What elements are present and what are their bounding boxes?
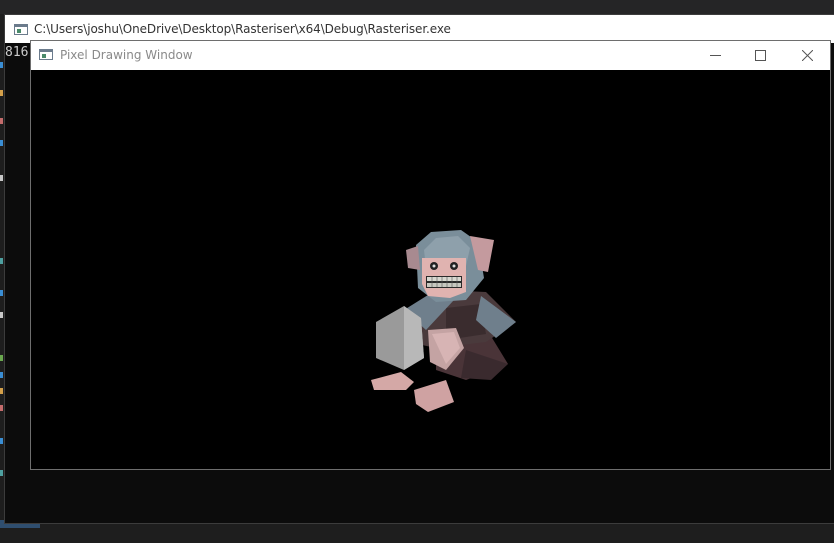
pixel-window-title: Pixel Drawing Window [60, 48, 193, 62]
pixel-window-app-icon [39, 49, 53, 60]
pixel-drawing-window[interactable]: Pixel Drawing Window [30, 40, 831, 470]
minimize-button[interactable] [693, 41, 738, 70]
code-marker [0, 62, 3, 68]
code-marker [0, 405, 3, 411]
code-marker [0, 118, 3, 124]
code-marker [0, 90, 3, 96]
code-marker [0, 388, 3, 394]
render-canvas[interactable] [31, 70, 830, 469]
code-marker [0, 290, 3, 296]
maximize-button[interactable] [738, 41, 783, 70]
code-marker [0, 258, 3, 264]
code-marker [0, 140, 3, 146]
monkey-model-render [371, 230, 516, 412]
close-icon [802, 50, 813, 61]
maximize-icon [755, 50, 766, 61]
code-marker [0, 355, 3, 361]
code-marker [0, 438, 3, 444]
minimize-icon [710, 55, 721, 56]
console-app-icon [14, 24, 28, 35]
code-marker [0, 470, 3, 476]
code-marker [0, 312, 3, 318]
pixel-window-titlebar[interactable]: Pixel Drawing Window [31, 41, 830, 70]
editor-top-strip [0, 0, 834, 14]
console-output: 816 [5, 45, 29, 60]
code-marker [0, 175, 3, 181]
close-button[interactable] [785, 41, 830, 70]
console-title: C:\Users\joshu\OneDrive\Desktop\Rasteris… [34, 22, 451, 36]
console-titlebar[interactable]: C:\Users\joshu\OneDrive\Desktop\Rasteris… [5, 15, 834, 43]
code-marker [0, 372, 3, 378]
